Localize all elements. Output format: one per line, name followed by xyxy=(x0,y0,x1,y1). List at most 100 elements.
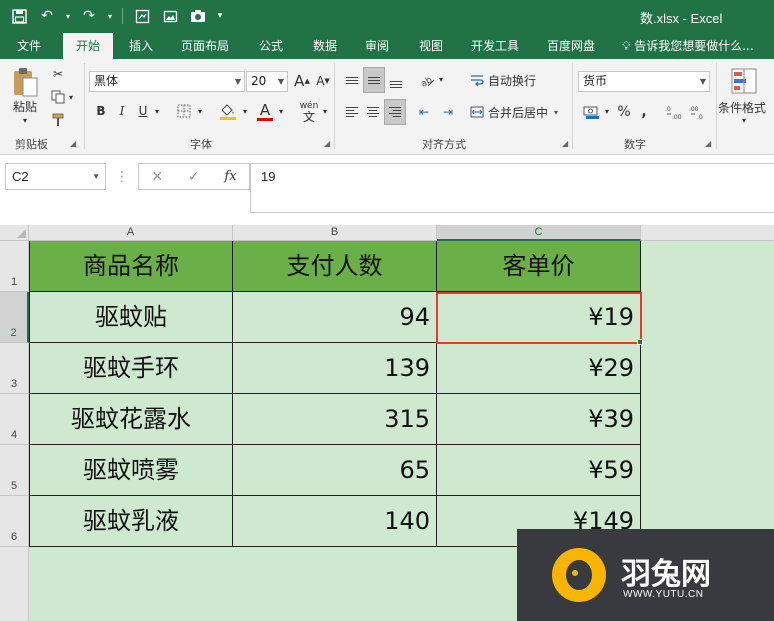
cell-a4[interactable]: 驱蚊花露水 xyxy=(29,394,233,445)
borders-icon[interactable] xyxy=(174,101,194,121)
comma-style-icon[interactable]: , xyxy=(636,101,652,123)
cell-b6[interactable]: 140 xyxy=(233,496,437,547)
decrease-decimal-icon[interactable]: .00.0 xyxy=(688,101,708,123)
accounting-dropdown-icon[interactable]: ▾ xyxy=(602,105,612,117)
fill-color-icon[interactable] xyxy=(216,99,240,123)
row-header-3[interactable]: 3 xyxy=(0,343,29,394)
save-icon[interactable] xyxy=(8,5,30,27)
tab-formulas[interactable]: 公式 xyxy=(250,33,292,59)
top-align-icon[interactable] xyxy=(342,69,362,91)
grow-font-icon[interactable]: A ▲ xyxy=(293,71,311,91)
cell-b1[interactable]: 支付人数 xyxy=(233,241,437,292)
accounting-format-icon[interactable] xyxy=(580,101,602,123)
column-header-b[interactable]: B xyxy=(233,225,437,241)
middle-align-icon[interactable] xyxy=(363,67,385,93)
tab-review[interactable]: 审阅 xyxy=(356,33,398,59)
conditional-formatting-icon[interactable] xyxy=(728,65,760,97)
increase-indent-icon[interactable]: ⇥ xyxy=(438,101,458,123)
redo-icon[interactable]: ↷ xyxy=(78,5,100,27)
wrap-text-button[interactable]: 自动换行 xyxy=(470,70,548,90)
row-header-7[interactable] xyxy=(0,547,29,621)
cell-a3[interactable]: 驱蚊手环 xyxy=(29,343,233,394)
enter-icon[interactable]: ✓ xyxy=(188,169,200,185)
tab-developer[interactable]: 开发工具 xyxy=(464,33,526,59)
align-left-icon[interactable] xyxy=(342,101,362,123)
customize-qat-icon[interactable]: ▾ xyxy=(215,5,225,27)
clipboard-launcher-icon[interactable]: ◢ xyxy=(70,139,76,148)
orientation-icon[interactable]: ab xyxy=(416,69,438,91)
row-header-6[interactable]: 6 xyxy=(0,496,29,547)
screen-capture-icon[interactable] xyxy=(131,5,153,27)
number-launcher-icon[interactable]: ◢ xyxy=(705,139,711,148)
fill-handle[interactable] xyxy=(637,339,643,345)
bottom-align-icon[interactable] xyxy=(386,73,406,95)
phonetic-dropdown-icon[interactable]: ▾ xyxy=(320,105,330,117)
orientation-dropdown-icon[interactable]: ▾ xyxy=(436,73,446,85)
column-header-c[interactable]: C xyxy=(437,225,641,241)
underline-button[interactable]: U xyxy=(134,101,152,121)
number-format-combo[interactable]: 货币 ▼ xyxy=(578,71,710,92)
alignment-launcher-icon[interactable]: ◢ xyxy=(562,139,568,148)
cell-a6[interactable]: 驱蚊乳液 xyxy=(29,496,233,547)
redo-dropdown-icon[interactable]: ▾ xyxy=(106,5,114,27)
paste-button[interactable]: 粘贴 xyxy=(10,99,40,114)
cancel-icon[interactable]: ✕ xyxy=(151,169,163,185)
align-center-icon[interactable] xyxy=(363,101,383,123)
percent-style-button[interactable]: % xyxy=(614,101,634,123)
merge-dropdown-icon[interactable]: ▾ xyxy=(554,108,558,117)
shrink-font-icon[interactable]: A ▼ xyxy=(314,71,332,91)
more-options-icon[interactable]: ⋮ xyxy=(112,163,132,190)
cell-b2[interactable]: 94 xyxy=(233,292,437,343)
cell-c4[interactable]: ¥39 xyxy=(437,394,641,445)
font-size-combo[interactable]: 20 ▼ xyxy=(246,71,288,92)
paste-icon[interactable] xyxy=(10,65,40,99)
cell-b3[interactable]: 139 xyxy=(233,343,437,394)
font-launcher-icon[interactable]: ◢ xyxy=(324,139,330,148)
merge-center-button[interactable]: 合并后居中 ▾ xyxy=(470,101,568,123)
conditional-formatting-button[interactable]: 条件格式 xyxy=(718,99,774,115)
tab-insert[interactable]: 插入 xyxy=(120,33,162,59)
row-header-1[interactable]: 1 xyxy=(0,241,29,292)
font-name-combo[interactable]: 黑体 ▼ xyxy=(89,71,245,92)
cut-icon[interactable]: ✂ xyxy=(47,64,69,84)
underline-dropdown-icon[interactable]: ▾ xyxy=(152,105,162,117)
select-all-button[interactable] xyxy=(0,225,29,241)
tab-file[interactable]: 文件 xyxy=(6,33,52,59)
tab-home[interactable]: 开始 xyxy=(63,33,113,59)
name-box[interactable]: C2 ▼ xyxy=(5,163,106,190)
conditional-formatting-dropdown-icon[interactable]: ▾ xyxy=(738,115,750,125)
cell-c5[interactable]: ¥59 xyxy=(437,445,641,496)
row-header-5[interactable]: 5 xyxy=(0,445,29,496)
increase-decimal-icon[interactable]: .0.00 xyxy=(664,101,684,123)
phonetic-guide-icon[interactable]: wén 文 xyxy=(296,99,322,125)
tab-view[interactable]: 视图 xyxy=(410,33,452,59)
cell-b4[interactable]: 315 xyxy=(233,394,437,445)
formula-input[interactable]: 19 xyxy=(250,163,774,213)
row-header-2[interactable]: 2 xyxy=(0,292,29,343)
camera-icon[interactable] xyxy=(187,5,209,27)
cell-a1[interactable]: 商品名称 xyxy=(29,241,233,292)
borders-dropdown-icon[interactable]: ▾ xyxy=(195,105,205,117)
decrease-indent-icon[interactable]: ⇤ xyxy=(414,101,434,123)
row-header-4[interactable]: 4 xyxy=(0,394,29,445)
font-color-icon[interactable]: A xyxy=(254,99,276,123)
italic-button[interactable]: I xyxy=(113,101,131,121)
tab-page-layout[interactable]: 页面布局 xyxy=(174,33,236,59)
tab-data[interactable]: 数据 xyxy=(304,33,346,59)
align-right-icon[interactable] xyxy=(384,99,406,125)
tell-me-box[interactable]: 💡︎ 告诉我您想要做什么... xyxy=(622,33,754,59)
cell-a2[interactable]: 驱蚊贴 xyxy=(29,292,233,343)
format-painter-icon[interactable] xyxy=(47,110,69,130)
image-icon[interactable] xyxy=(159,5,181,27)
tab-baidu-netdisk[interactable]: 百度网盘 xyxy=(540,33,602,59)
column-header-a[interactable]: A xyxy=(29,225,233,241)
column-header-d[interactable] xyxy=(641,225,774,241)
cell-b5[interactable]: 65 xyxy=(233,445,437,496)
copy-dropdown-icon[interactable]: ▾ xyxy=(66,91,76,103)
font-color-dropdown-icon[interactable]: ▾ xyxy=(276,105,286,117)
undo-dropdown-icon[interactable]: ▾ xyxy=(64,5,72,27)
undo-icon[interactable]: ↶ xyxy=(36,5,58,27)
fill-color-dropdown-icon[interactable]: ▾ xyxy=(240,105,250,117)
cell-c3[interactable]: ¥29 xyxy=(437,343,641,394)
cell-a5[interactable]: 驱蚊喷雾 xyxy=(29,445,233,496)
